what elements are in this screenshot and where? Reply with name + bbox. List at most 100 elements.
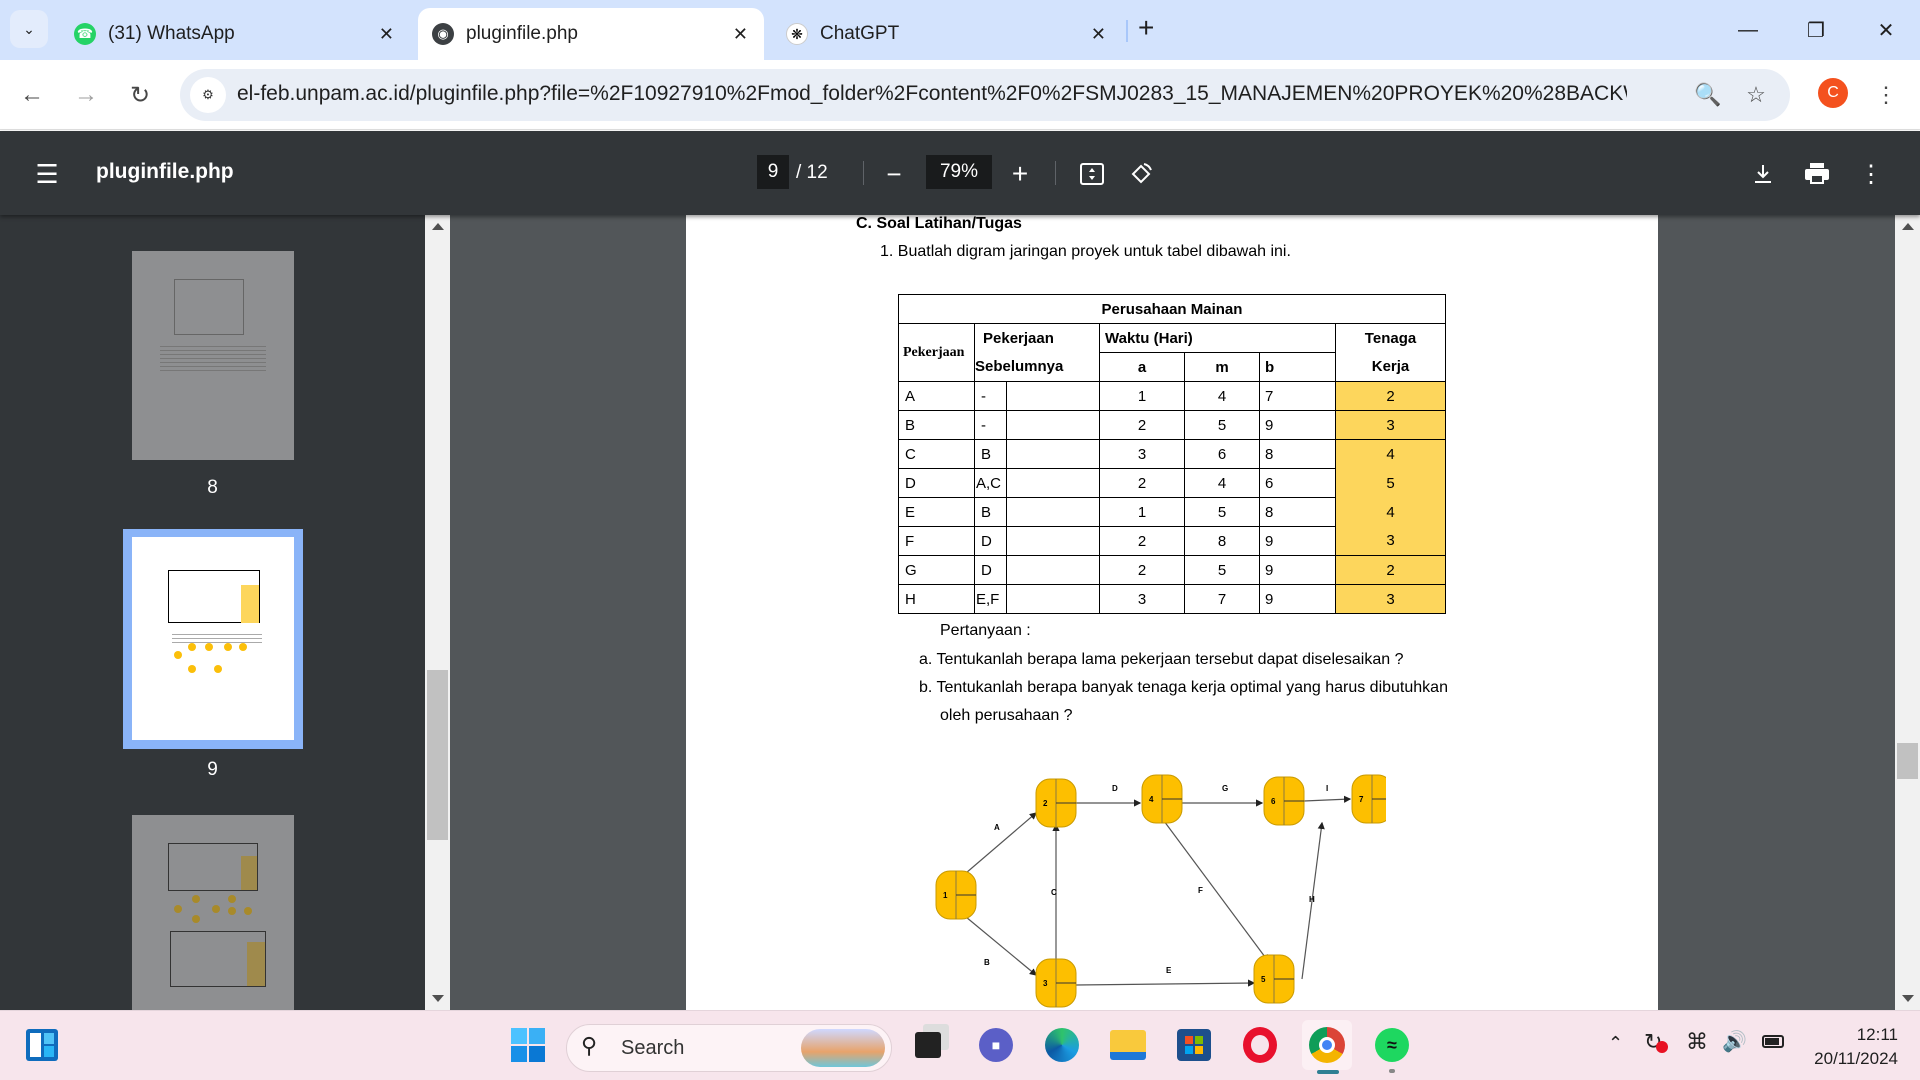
tab-search-button[interactable]: ⌄	[10, 10, 48, 48]
cell-b: 9	[1259, 526, 1336, 556]
task-view-button[interactable]	[906, 1023, 950, 1067]
profile-avatar[interactable]: C	[1818, 78, 1848, 108]
chrome-button[interactable]	[1302, 1020, 1352, 1074]
close-tab-icon[interactable]: ✕	[379, 24, 394, 45]
close-tab-icon[interactable]: ✕	[1091, 24, 1106, 45]
new-tab-button[interactable]: +	[1138, 12, 1154, 44]
cell-prev: -	[974, 410, 1007, 440]
thumbnail-text	[160, 343, 266, 373]
file-explorer-button[interactable]	[1106, 1023, 1150, 1067]
download-button[interactable]	[1748, 159, 1778, 189]
scroll-up-arrow[interactable]	[432, 223, 444, 230]
opera-icon	[1243, 1027, 1277, 1063]
node-4: 4	[1141, 774, 1183, 824]
table-row: A- 1472	[898, 381, 1446, 411]
scroll-up-arrow[interactable]	[1902, 223, 1914, 230]
chrome-menu-icon[interactable]: ⋮	[1868, 77, 1904, 113]
cell-job: C	[898, 439, 975, 469]
header-tenaga: Tenaga Kerja	[1335, 323, 1446, 382]
url-text[interactable]: el-feb.unpam.ac.id/pluginfile.php?file=%…	[237, 82, 1627, 106]
scroll-down-arrow[interactable]	[432, 995, 444, 1002]
scroll-down-arrow[interactable]	[1902, 995, 1914, 1002]
spotify-button[interactable]: ≈	[1370, 1023, 1414, 1073]
tab-whatsapp[interactable]: ☎ (31) WhatsApp ✕	[60, 8, 410, 60]
site-info-icon[interactable]: ⚙	[190, 77, 226, 113]
fit-page-button[interactable]	[1077, 159, 1107, 189]
tab-chatgpt[interactable]: ❋ ChatGPT ✕	[772, 8, 1122, 60]
reload-button[interactable]: ↻	[122, 77, 158, 113]
store-button[interactable]	[1172, 1023, 1216, 1067]
cell-labor: 2	[1335, 555, 1446, 585]
clock-date: 20/11/2024	[1814, 1049, 1898, 1068]
sidebar-scrollbar[interactable]	[425, 215, 450, 1010]
edge-A	[965, 812, 1037, 874]
close-window-button[interactable]: ✕	[1866, 12, 1906, 48]
whatsapp-icon: ☎	[74, 23, 96, 45]
cell-b: 9	[1259, 584, 1336, 614]
header-m: m	[1184, 352, 1260, 382]
zoom-out-button[interactable]: −	[879, 159, 909, 189]
project-table: Perusahaan Mainan Pekerjaan Pekerjaan Se…	[898, 294, 1446, 614]
cell-job: B	[898, 410, 975, 440]
cell-a: 1	[1099, 497, 1185, 527]
rotate-button[interactable]	[1126, 159, 1156, 189]
wifi-icon[interactable]: ⌘	[1686, 1029, 1708, 1055]
browser-toolbar: ← → ↻ ⚙ el-feb.unpam.ac.id/pluginfile.ph…	[0, 60, 1920, 130]
menu-icon[interactable]: ☰	[32, 159, 62, 189]
table-title: Perusahaan Mainan	[898, 294, 1446, 324]
cell-job: H	[898, 584, 975, 614]
battery-icon[interactable]	[1762, 1035, 1784, 1048]
spotify-icon: ≈	[1375, 1028, 1409, 1062]
zoom-level-input[interactable]: 79%	[926, 155, 992, 189]
more-options-icon[interactable]: ⋮	[1856, 159, 1886, 189]
clock[interactable]: 12:11 20/11/2024	[1814, 1023, 1898, 1071]
thumbnail-node	[205, 643, 213, 651]
fit-page-icon	[1080, 163, 1104, 185]
question-b: b. Tentukanlah berapa banyak tenaga kerj…	[919, 679, 1448, 696]
forward-button[interactable]: →	[68, 77, 104, 113]
thumbnail-page-10[interactable]	[132, 815, 294, 1010]
volume-icon[interactable]: 🔊	[1722, 1029, 1747, 1054]
thumbnail-page-9[interactable]	[132, 537, 294, 740]
cell-blank	[1006, 526, 1100, 556]
pdf-title: pluginfile.php	[96, 160, 234, 183]
tray-overflow-icon[interactable]: ⌃	[1608, 1033, 1623, 1054]
thumbnail-table	[170, 931, 266, 987]
separator	[1055, 161, 1056, 185]
main-scrollbar[interactable]	[1895, 215, 1920, 1010]
edge-icon	[1045, 1028, 1079, 1062]
print-button[interactable]	[1802, 159, 1832, 189]
widgets-icon	[26, 1029, 58, 1061]
cell-a: 2	[1099, 526, 1185, 556]
node-label: 5	[1261, 975, 1266, 984]
widgets-button[interactable]	[20, 1023, 64, 1067]
back-button[interactable]: ←	[14, 77, 50, 113]
zoom-in-button[interactable]: +	[1005, 158, 1035, 189]
zoom-icon[interactable]: 🔍	[1694, 81, 1722, 109]
taskbar-search[interactable]: ⚲ Search	[566, 1024, 892, 1072]
sync-icon[interactable]: ↻	[1644, 1029, 1668, 1055]
minimize-button[interactable]: —	[1728, 12, 1768, 48]
main-scroll-thumb[interactable]	[1897, 743, 1918, 779]
meet-button[interactable]: ■	[974, 1023, 1018, 1067]
restore-button[interactable]: ❐	[1796, 12, 1836, 48]
sidebar-scroll-thumb[interactable]	[427, 670, 448, 840]
page-number-input[interactable]: 9	[757, 155, 789, 189]
start-button[interactable]	[506, 1023, 550, 1067]
thumbnail-page-8[interactable]	[132, 251, 294, 460]
node-3: 3	[1035, 958, 1077, 1008]
bookmark-star-icon[interactable]: ☆	[1742, 81, 1770, 109]
tab-strip: ⌄ ☎ (31) WhatsApp ✕ ◉ pluginfile.php ✕ ❋…	[0, 0, 1920, 60]
opera-button[interactable]	[1238, 1023, 1282, 1067]
questions-label: Pertanyaan :	[940, 622, 1031, 639]
download-icon	[1755, 165, 1771, 183]
cell-blank	[1006, 410, 1100, 440]
close-tab-icon[interactable]: ✕	[733, 24, 748, 45]
cell-labor: 3	[1335, 584, 1446, 614]
tab-pluginfile[interactable]: ◉ pluginfile.php ✕	[418, 8, 764, 60]
tab-title: (31) WhatsApp	[108, 23, 235, 44]
edge-button[interactable]	[1040, 1023, 1084, 1067]
section-heading: C. Soal Latihan/Tugas	[856, 215, 1022, 232]
network-diagram: A B C D E F G H I 1 2 3 4 5 6 7	[935, 774, 1386, 1008]
address-bar[interactable]: ⚙ el-feb.unpam.ac.id/pluginfile.php?file…	[180, 69, 1790, 121]
